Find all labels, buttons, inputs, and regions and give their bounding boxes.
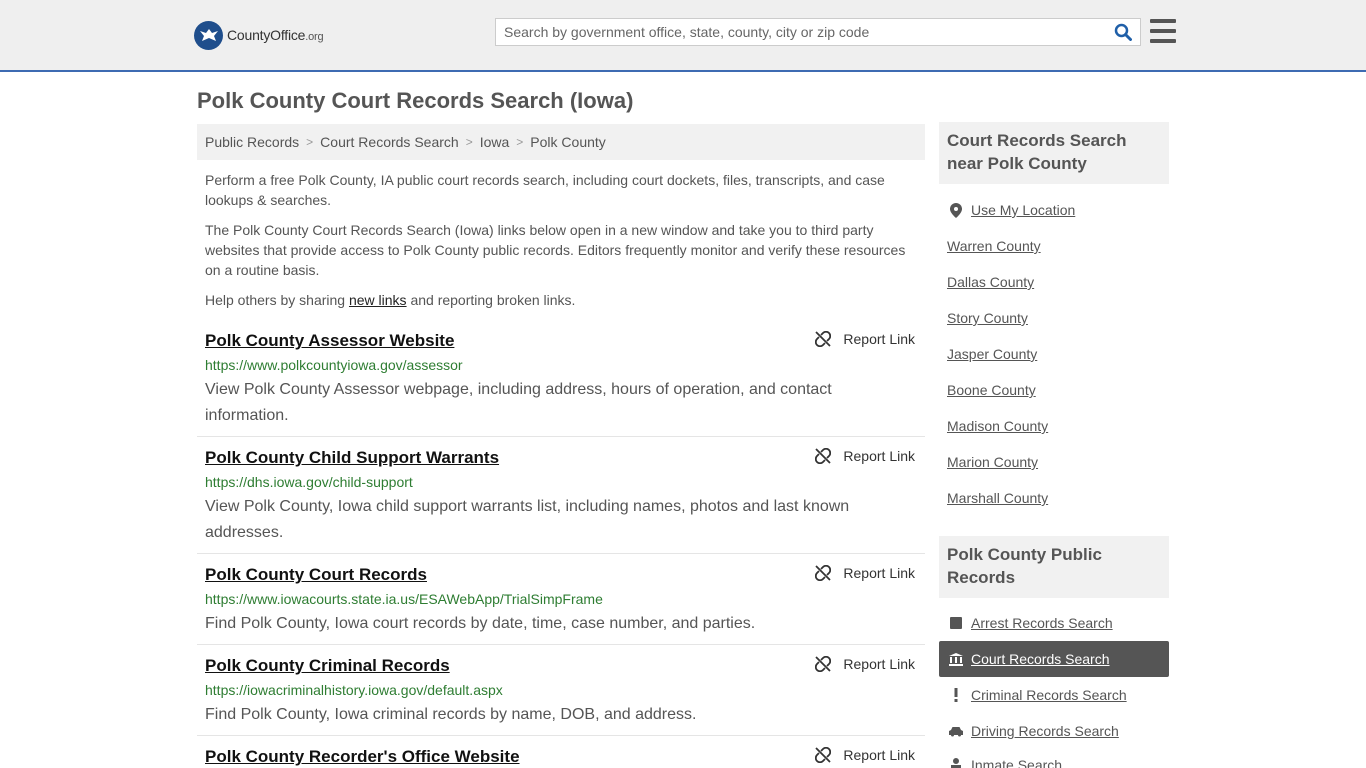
report-link-button[interactable]: Report Link — [815, 747, 915, 763]
entry-title-link[interactable]: Polk County Recorder's Office Website — [205, 747, 520, 767]
intro-paragraph: Perform a free Polk County, IA public co… — [205, 172, 885, 208]
disclaimer-paragraph: The Polk County Court Records Search (Io… — [205, 222, 906, 278]
nearby-section-title: Court Records Search near Polk County — [939, 122, 1169, 184]
broken-link-icon — [815, 565, 832, 581]
arrest-records-link[interactable]: Arrest Records Search — [939, 605, 1169, 641]
exclamation-icon — [949, 688, 963, 702]
search-input[interactable] — [496, 19, 1106, 45]
entry-description: View Polk County Assessor webpage, inclu… — [205, 381, 832, 424]
inmate-icon — [949, 757, 963, 768]
criminal-records-link[interactable]: Criminal Records Search — [939, 677, 1169, 713]
nearby-county-link[interactable]: Boone County — [947, 382, 1036, 398]
search-button[interactable] — [1106, 19, 1140, 45]
nearby-county-link[interactable]: Marshall County — [947, 490, 1048, 506]
site-logo[interactable]: CountyOffice.org — [194, 20, 324, 50]
record-entry: Polk County Court Records Report Link ht… — [197, 565, 925, 645]
entry-description: Find Polk County, Iowa court records by … — [205, 615, 756, 632]
breadcrumb-court-records-search[interactable]: Court Records Search — [320, 134, 459, 150]
logo-eagle-icon — [194, 20, 223, 50]
broken-link-icon — [815, 747, 832, 763]
record-entry: Polk County Recorder's Office Website Re… — [197, 747, 925, 768]
breadcrumb-iowa[interactable]: Iowa — [480, 134, 510, 150]
nearby-county-link[interactable]: Story County — [947, 310, 1028, 326]
court-records-link[interactable]: Court Records Search — [939, 641, 1169, 677]
entry-title-link[interactable]: Polk County Child Support Warrants — [205, 448, 499, 468]
nearby-county-link[interactable]: Marion County — [947, 454, 1038, 470]
entry-title-link[interactable]: Polk County Criminal Records — [205, 656, 450, 676]
chevron-right-icon: > — [306, 135, 314, 149]
logo-text: CountyOffice.org — [227, 27, 324, 43]
search-icon — [1114, 23, 1132, 41]
record-entry: Polk County Criminal Records Report Link… — [197, 656, 925, 736]
inmate-search-link[interactable]: Inmate Search — [939, 748, 1169, 768]
entry-description: Find Polk County, Iowa criminal records … — [205, 706, 697, 723]
entry-title-link[interactable]: Polk County Court Records — [205, 565, 427, 585]
record-entry: Polk County Assessor Website Report Link… — [197, 331, 925, 437]
nearby-county-link[interactable]: Warren County — [947, 238, 1041, 254]
use-my-location-link[interactable]: Use My Location — [939, 192, 1169, 228]
breadcrumb: Public Records > Court Records Search > … — [197, 124, 925, 160]
map-pin-icon — [949, 202, 963, 218]
nearby-county-link[interactable]: Dallas County — [947, 274, 1034, 290]
entry-url: https://www.polkcountyiowa.gov/assessor — [205, 357, 463, 373]
chevron-right-icon: > — [516, 135, 524, 149]
entry-title-link[interactable]: Polk County Assessor Website — [205, 331, 454, 351]
sharing-paragraph: Help others by sharing new links and rep… — [205, 292, 576, 308]
nearby-county-link[interactable]: Jasper County — [947, 346, 1037, 362]
public-records-section-title: Polk County Public Records — [939, 536, 1169, 598]
courthouse-icon — [949, 652, 963, 666]
broken-link-icon — [815, 448, 832, 464]
driving-records-link[interactable]: Driving Records Search — [939, 713, 1169, 749]
entry-url: https://www.iowacourts.state.ia.us/ESAWe… — [205, 591, 603, 607]
hamburger-menu-icon[interactable] — [1150, 19, 1176, 43]
breadcrumb-polk-county[interactable]: Polk County — [530, 134, 605, 150]
record-entry: Polk County Child Support Warrants Repor… — [197, 448, 925, 554]
square-icon — [949, 616, 963, 630]
entry-description: View Polk County, Iowa child support war… — [205, 498, 850, 541]
search-box — [495, 18, 1141, 46]
broken-link-icon — [815, 331, 832, 347]
page-title: Polk County Court Records Search (Iowa) — [197, 88, 634, 113]
report-link-button[interactable]: Report Link — [815, 565, 915, 581]
chevron-right-icon: > — [465, 135, 473, 149]
new-links-link[interactable]: new links — [349, 292, 407, 308]
car-icon — [949, 724, 963, 738]
report-link-button[interactable]: Report Link — [815, 331, 915, 347]
entry-url: https://dhs.iowa.gov/child-support — [205, 474, 413, 490]
breadcrumb-public-records[interactable]: Public Records — [205, 134, 299, 150]
site-header: CountyOffice.org — [0, 0, 1366, 72]
report-link-button[interactable]: Report Link — [815, 448, 915, 464]
broken-link-icon — [815, 656, 832, 672]
report-link-button[interactable]: Report Link — [815, 656, 915, 672]
nearby-county-link[interactable]: Madison County — [947, 418, 1048, 434]
entry-url: https://iowacriminalhistory.iowa.gov/def… — [205, 682, 503, 698]
